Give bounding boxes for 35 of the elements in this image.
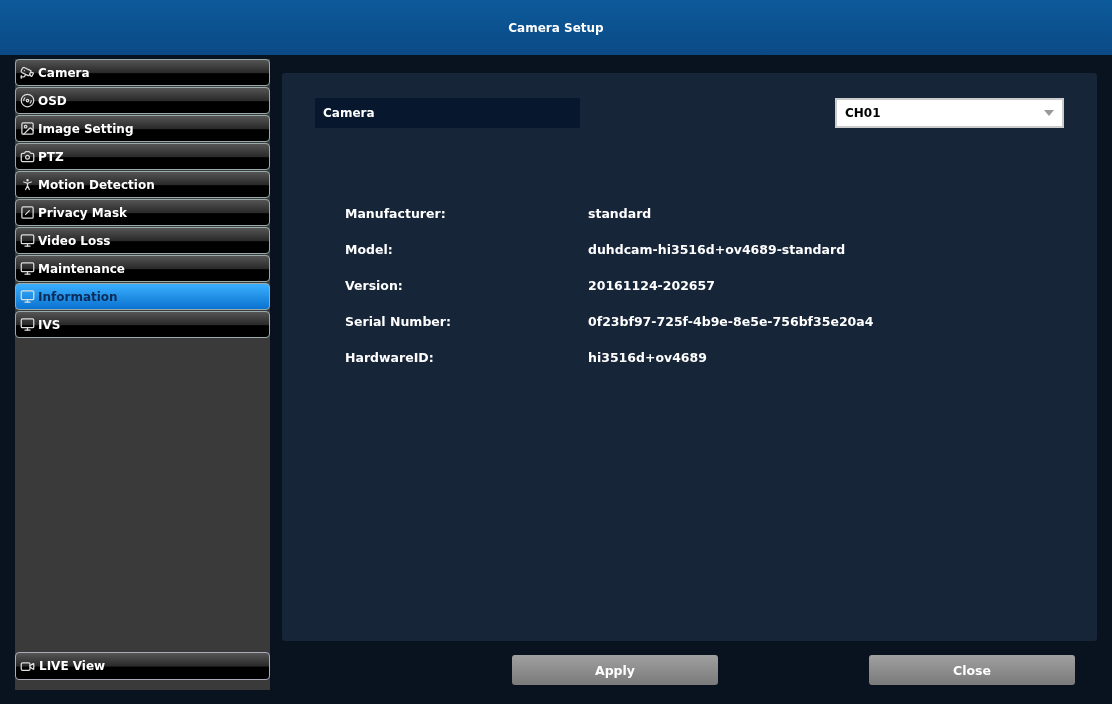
info-value: hi3516d+ov4689: [588, 350, 708, 365]
person-icon: [20, 177, 35, 192]
disc-icon: [20, 93, 35, 108]
dropdown-arrow-icon: [1044, 110, 1054, 116]
sidebar-item[interactable]: OSD: [15, 87, 270, 114]
monitor-icon: [20, 289, 35, 304]
info-label: HardwareID:: [345, 350, 435, 365]
slash-icon: [20, 205, 35, 220]
sidebar-item[interactable]: Camera: [15, 59, 270, 86]
info-label: Serial Number:: [345, 314, 452, 329]
monitor-icon: [20, 317, 35, 332]
monitor-icon: [20, 233, 35, 248]
sidebar-item[interactable]: Image Setting: [15, 115, 270, 142]
live-view-button[interactable]: LIVE View: [15, 652, 270, 680]
image-icon: [20, 121, 35, 136]
info-label: Version:: [345, 278, 404, 293]
info-label: Model:: [345, 242, 394, 257]
window-title: Camera Setup: [0, 0, 1112, 55]
sidebar-item[interactable]: Information: [15, 283, 270, 310]
info-value: 20161124-202657: [588, 278, 716, 293]
cctv-icon: [20, 65, 35, 80]
sidebar-item[interactable]: Maintenance: [15, 255, 270, 282]
sidebar-item[interactable]: Video Loss: [15, 227, 270, 254]
camera-label: Camera: [315, 98, 580, 128]
channel-dropdown[interactable]: CH01: [835, 98, 1064, 128]
info-label: Manufacturer:: [345, 206, 447, 221]
info-value: duhdcam-hi3516d+ov4689-standard: [588, 242, 847, 257]
camera-icon: [20, 149, 35, 164]
sidebar-item[interactable]: PTZ: [15, 143, 270, 170]
sidebar-item[interactable]: Privacy Mask: [15, 199, 270, 226]
sidebar-item[interactable]: IVS: [15, 311, 270, 338]
info-value: 0f23bf97-725f-4b9e-8e5e-756bf35e20a4: [588, 314, 875, 329]
info-value: standard: [588, 206, 653, 221]
sidebar-item[interactable]: Motion Detection: [15, 171, 270, 198]
monitor-icon: [20, 261, 35, 276]
